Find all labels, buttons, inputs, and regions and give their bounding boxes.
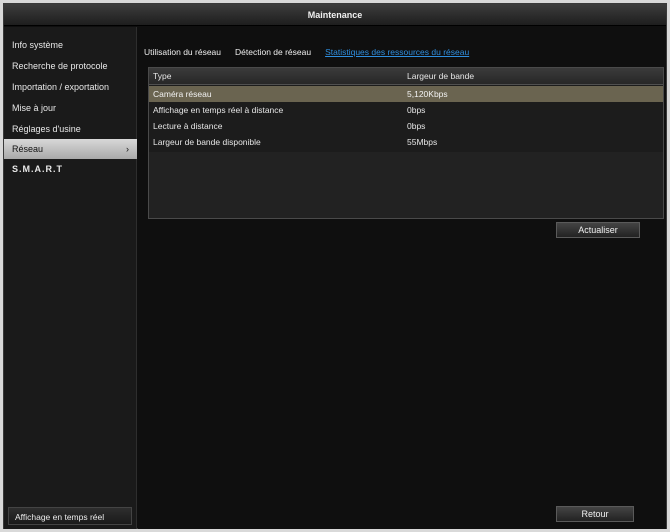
tab-network-detection[interactable]: Détection de réseau [235, 47, 311, 61]
table-row[interactable]: Caméra réseau 5,120Kbps [149, 86, 663, 102]
sidebar-item-network[interactable]: Réseau › [4, 139, 137, 159]
sidebar-item-update[interactable]: Mise à jour [4, 98, 137, 118]
sidebar-item-factory-settings[interactable]: Réglages d'usine [4, 119, 137, 139]
sidebar-item-system-info[interactable]: Info système [4, 35, 137, 55]
column-header-bandwidth: Largeur de bande [407, 71, 475, 81]
cell-type: Affichage en temps réel à distance [153, 105, 284, 115]
cell-bandwidth: 5,120Kbps [407, 89, 448, 99]
sidebar-item-label: Mise à jour [12, 103, 57, 113]
cell-type: Lecture à distance [153, 121, 223, 131]
sidebar: Info système Recherche de protocole Impo… [4, 27, 137, 529]
sidebar-item-protocol-search[interactable]: Recherche de protocole [4, 56, 137, 76]
main-content: Utilisation du réseau Détection de résea… [138, 27, 666, 529]
refresh-button[interactable]: Actualiser [556, 222, 640, 238]
cell-bandwidth: 55Mbps [407, 137, 438, 147]
sidebar-item-smart[interactable]: S.M.A.R.T [4, 159, 137, 179]
sidebar-item-label: Réglages d'usine [12, 124, 81, 134]
table-header: Type Largeur de bande [149, 68, 663, 85]
tab-network-resource-stats[interactable]: Statistiques des ressources du réseau [325, 47, 469, 61]
sidebar-item-label: Recherche de protocole [12, 61, 108, 71]
table-row[interactable]: Lecture à distance 0bps [149, 118, 663, 134]
chevron-right-icon: › [126, 144, 129, 154]
live-view-button[interactable]: Affichage en temps réel [8, 507, 132, 525]
table-row[interactable]: Affichage en temps réel à distance 0bps [149, 102, 663, 118]
window-title: Maintenance [307, 9, 363, 20]
title-bar: Maintenance [4, 4, 666, 26]
maintenance-window: Maintenance Info système Recherche de pr… [3, 3, 667, 529]
sidebar-item-label: Réseau [12, 144, 44, 154]
sidebar-item-label: S.M.A.R.T [12, 164, 63, 174]
cell-bandwidth: 0bps [407, 105, 426, 115]
sidebar-item-import-export[interactable]: Importation / exportation [4, 77, 137, 97]
table-row[interactable]: Largeur de bande disponible 55Mbps [149, 134, 663, 150]
tab-bar: Utilisation du réseau Détection de résea… [144, 47, 469, 61]
cell-type: Largeur de bande disponible [153, 137, 261, 147]
cell-type: Caméra réseau [153, 89, 212, 99]
tab-network-usage[interactable]: Utilisation du réseau [144, 47, 221, 61]
back-button[interactable]: Retour [556, 506, 634, 522]
sidebar-item-label: Info système [12, 40, 64, 50]
table-empty-area [149, 152, 663, 218]
sidebar-item-label: Importation / exportation [12, 82, 110, 92]
column-header-type: Type [153, 71, 172, 81]
bandwidth-table: Type Largeur de bande Caméra réseau 5,12… [148, 67, 664, 219]
cell-bandwidth: 0bps [407, 121, 426, 131]
